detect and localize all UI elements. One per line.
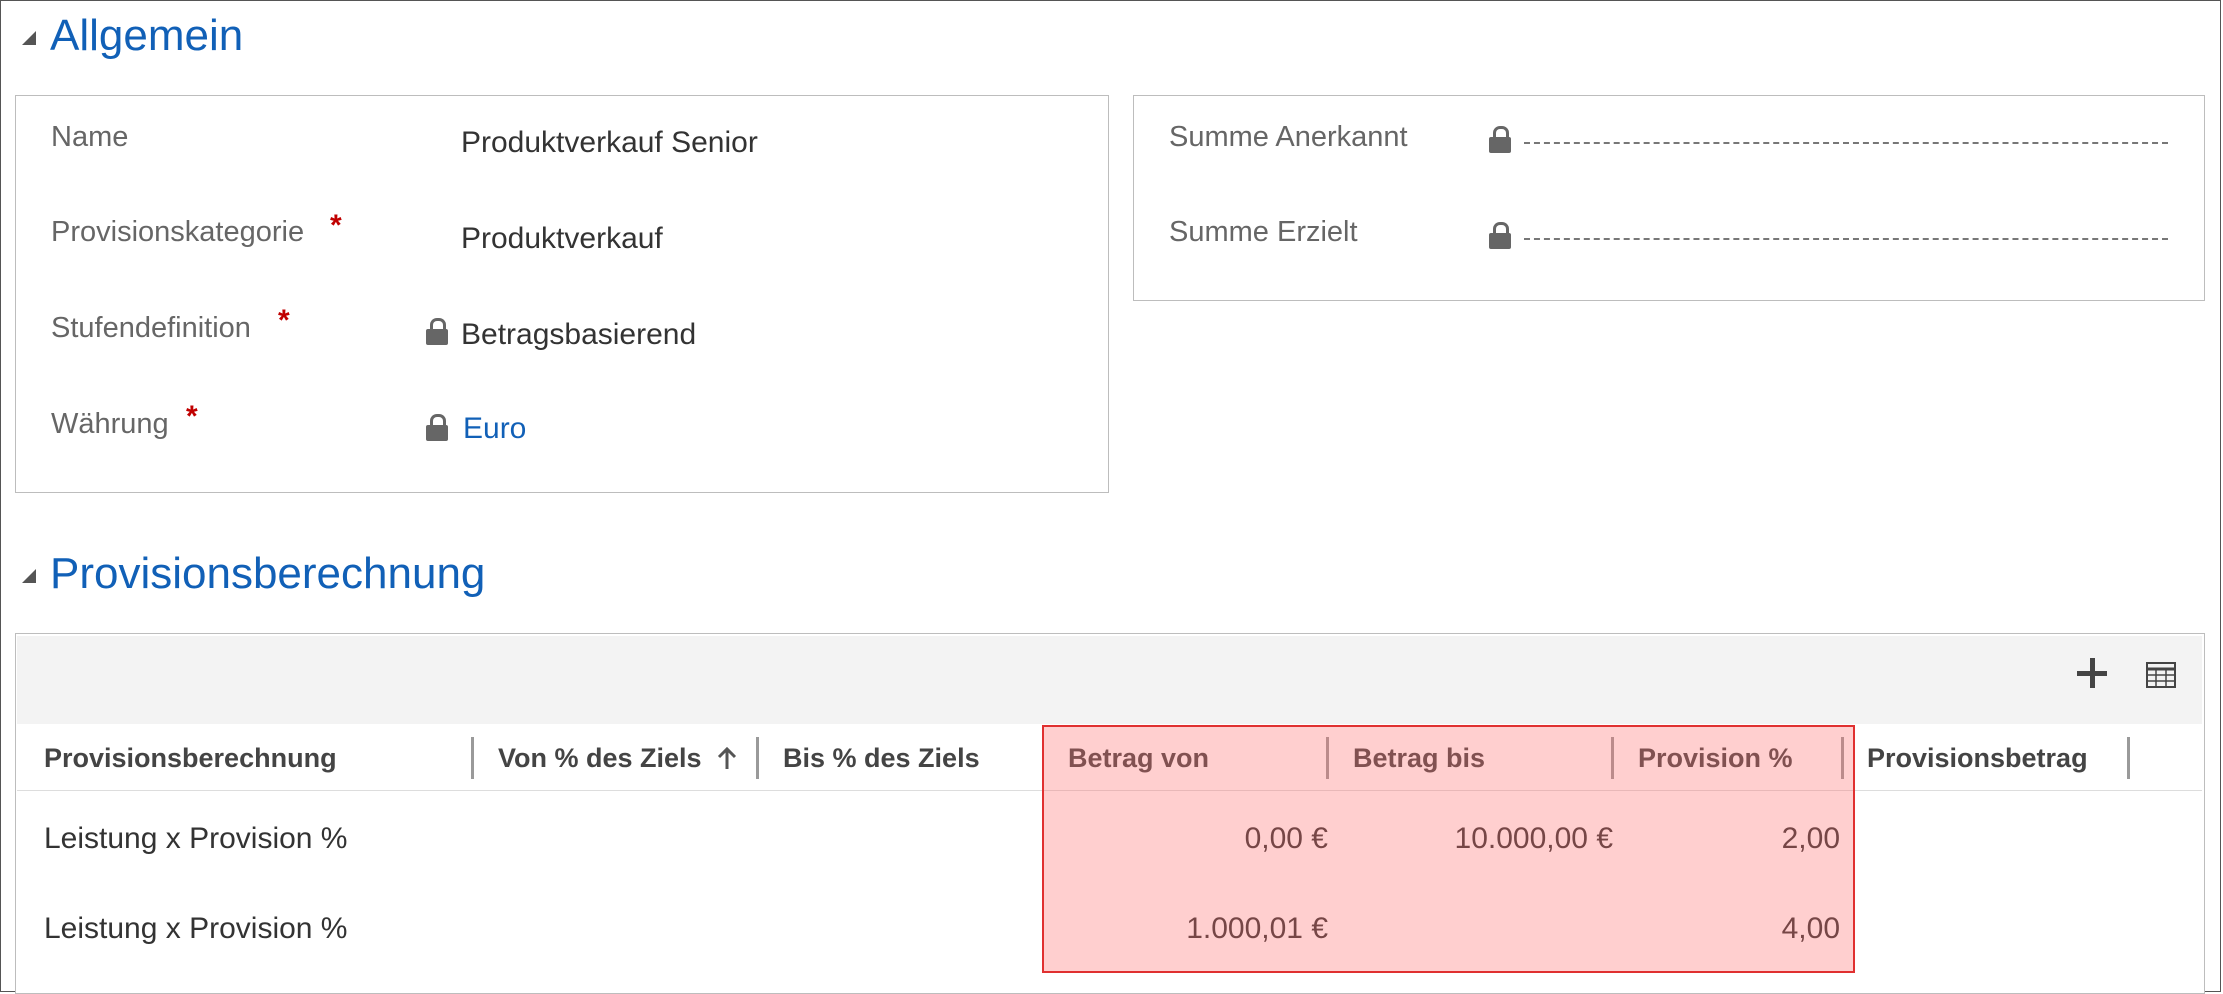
row-calculation-cell: Leistung x Provision %	[44, 822, 348, 855]
lock-icon	[426, 414, 448, 442]
highlight-overlay	[1042, 725, 1855, 973]
sum-achieved-empty-value	[1524, 238, 2168, 240]
plus-icon[interactable]	[2077, 658, 2107, 688]
grid-toolbar	[17, 636, 2202, 724]
column-header-to-percent[interactable]: Bis % des Ziels	[783, 726, 980, 790]
currency-link[interactable]: Euro	[463, 412, 526, 446]
general-fields-panel: Name Produktverkauf Senior Provisionskat…	[15, 95, 1109, 493]
lock-icon	[1489, 126, 1511, 154]
section-general-header[interactable]: Allgemein	[22, 6, 243, 66]
required-asterisk: *	[330, 209, 342, 242]
name-value[interactable]: Produktverkauf Senior	[461, 126, 758, 160]
section-title-general: Allgemein	[50, 11, 244, 60]
collapse-triangle-icon[interactable]	[22, 569, 36, 583]
row-calculation-cell: Leistung x Provision %	[44, 912, 348, 945]
sum-recognized-empty-value	[1524, 142, 2168, 144]
tier-definition-value: Betragsbasierend	[461, 318, 697, 351]
column-resize-handle[interactable]	[2127, 737, 2130, 779]
name-label: Name	[51, 121, 129, 153]
category-label: Provisionskategorie	[51, 216, 305, 248]
column-resize-handle[interactable]	[756, 737, 759, 779]
collapse-triangle-icon[interactable]	[22, 31, 36, 45]
column-header-calculation[interactable]: Provisionsberechnung	[44, 726, 337, 790]
required-asterisk: *	[278, 304, 290, 337]
section-calc-header[interactable]: Provisionsberechnung	[22, 544, 485, 604]
sum-achieved-label: Summe Erzielt	[1169, 216, 1358, 248]
sort-ascending-icon	[717, 746, 736, 769]
sum-recognized-label: Summe Anerkannt	[1169, 121, 1408, 153]
lock-icon	[1489, 222, 1511, 250]
column-resize-handle[interactable]	[471, 737, 474, 779]
section-title-calc: Provisionsberechnung	[50, 549, 486, 598]
column-header-commission-amount[interactable]: Provisionsbetrag	[1867, 726, 2088, 790]
column-header-from-percent[interactable]: Von % des Ziels	[498, 726, 738, 790]
tier-definition-label: Stufendefinition	[51, 312, 251, 344]
lock-icon	[426, 318, 448, 346]
grid-view-icon[interactable]	[2146, 662, 2176, 688]
required-asterisk: *	[186, 400, 198, 433]
currency-label: Währung	[51, 408, 169, 440]
category-value[interactable]: Produktverkauf	[461, 222, 663, 256]
summary-fields-panel: Summe Anerkannt Summe Erzielt	[1133, 95, 2205, 301]
